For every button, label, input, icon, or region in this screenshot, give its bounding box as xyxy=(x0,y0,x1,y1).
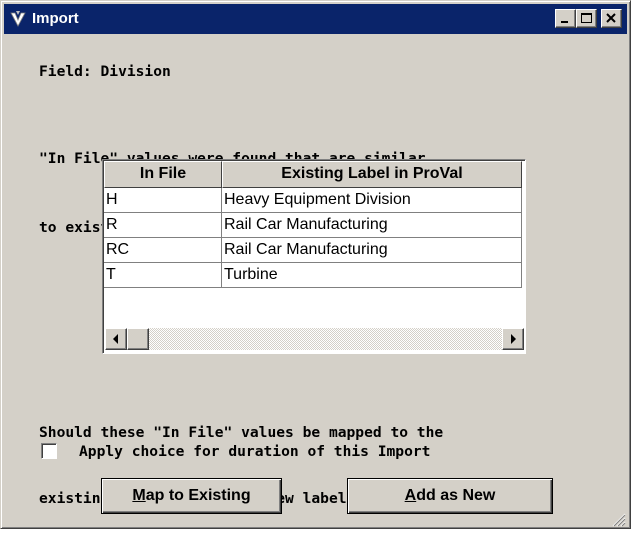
arrow-left-icon xyxy=(113,334,118,344)
existing-label-cell[interactable]: Rail Car Manufacturing xyxy=(222,238,522,263)
column-header-existing-label[interactable]: Existing Label in ProVal xyxy=(222,161,522,188)
mapping-question: Should these "In File" values be mapped … xyxy=(39,378,443,554)
in-file-cell[interactable]: R xyxy=(104,213,222,238)
mnemonic-letter: A xyxy=(404,487,417,504)
minimize-button[interactable] xyxy=(555,9,576,28)
existing-label-cell[interactable]: Heavy Equipment Division xyxy=(222,188,522,213)
maximize-icon xyxy=(581,13,592,23)
existing-label-cell[interactable]: Turbine xyxy=(222,263,522,288)
scrollbar-thumb[interactable] xyxy=(127,328,149,350)
in-file-cell[interactable]: H xyxy=(104,188,222,213)
apply-choice-checkbox[interactable] xyxy=(41,443,57,459)
question-line: Should these "In File" values be mapped … xyxy=(39,424,444,441)
app-icon xyxy=(10,11,26,27)
in-file-cell[interactable]: RC xyxy=(104,238,222,263)
existing-label-cell[interactable]: Rail Car Manufacturing xyxy=(222,213,522,238)
mapping-grid[interactable]: In File Existing Label in ProVal H Heavy… xyxy=(102,159,526,354)
arrow-right-icon xyxy=(511,334,516,344)
title-bar[interactable]: Import xyxy=(4,4,627,34)
mnemonic-letter: M xyxy=(132,487,146,504)
button-label: ap to Existing xyxy=(145,487,251,504)
table-row[interactable]: T Turbine xyxy=(104,263,524,288)
button-label: dd as New xyxy=(416,487,496,504)
scrollbar-track[interactable] xyxy=(127,328,502,350)
table-row[interactable]: R Rail Car Manufacturing xyxy=(104,213,524,238)
apply-choice-label[interactable]: Apply choice for duration of this Import xyxy=(79,442,430,462)
resize-grip-icon[interactable] xyxy=(610,511,626,527)
table-row[interactable]: H Heavy Equipment Division xyxy=(104,188,524,213)
scroll-right-button[interactable] xyxy=(502,328,524,350)
scroll-left-button[interactable] xyxy=(105,328,127,350)
column-header-in-file[interactable]: In File xyxy=(104,161,222,188)
maximize-button[interactable] xyxy=(576,9,597,28)
grid-header: In File Existing Label in ProVal xyxy=(104,161,525,188)
horizontal-scrollbar[interactable] xyxy=(105,328,524,350)
grid-body: H Heavy Equipment Division R Rail Car Ma… xyxy=(104,188,524,288)
import-dialog: Import Field: Division "In File" values … xyxy=(0,0,631,529)
close-icon xyxy=(606,13,616,23)
table-row[interactable]: RC Rail Car Manufacturing xyxy=(104,238,524,263)
map-to-existing-button[interactable]: Map to Existing xyxy=(101,478,282,514)
add-as-new-button[interactable]: Add as New xyxy=(347,478,553,514)
window-title: Import xyxy=(32,10,79,27)
close-button[interactable] xyxy=(601,9,622,28)
in-file-cell[interactable]: T xyxy=(104,263,222,288)
field-label: Field: Division xyxy=(39,63,171,80)
minimize-icon xyxy=(561,21,568,23)
